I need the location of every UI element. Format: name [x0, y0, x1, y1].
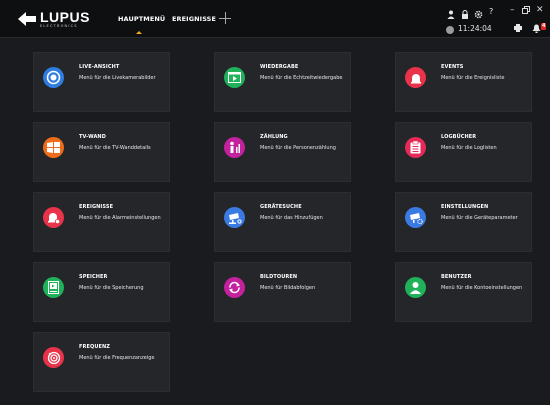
lock-icon[interactable]	[461, 10, 469, 19]
brand-name: LUPUS	[40, 9, 90, 25]
tile-title: TV-WAND	[79, 134, 106, 140]
tile-title: ZÄHLUNG	[260, 134, 288, 140]
tile-description: Menü für das Hinzufügen	[260, 215, 323, 221]
tile-logbooks[interactable]: LOGBÜCHER Menü für die Loglisten	[395, 122, 532, 182]
tile-title: LOGBÜCHER	[441, 134, 477, 140]
minimize-icon[interactable]: –	[510, 4, 515, 16]
active-tab-indicator	[136, 31, 142, 34]
frequency-icon	[43, 347, 64, 368]
tile-title: BILDTOUREN	[260, 274, 298, 280]
tile-description: Menü für Bildabfolgen	[260, 285, 316, 291]
tile-description: Menü für die Frequenzanzeige	[79, 355, 155, 361]
playback-icon	[224, 67, 245, 88]
user-icon-top[interactable]	[447, 10, 455, 19]
siren-icon	[405, 67, 426, 88]
tile-frequency[interactable]: FREQUENZ Menü für die Frequenzanzeige	[33, 332, 170, 392]
tile-description: Menü für die Ereignisliste	[441, 75, 505, 81]
camera-search-icon	[224, 207, 245, 228]
tile-description: Menü für die Livekamerabilder	[79, 75, 156, 81]
tile-title: EVENTS	[441, 64, 464, 70]
tile-title: GERÄTESUCHE	[260, 204, 302, 210]
lupus-logo: LUPUS ELECTRONICS	[18, 10, 90, 29]
live-view-icon	[43, 67, 64, 88]
help-icon[interactable]: ?	[489, 7, 493, 16]
tile-people-count[interactable]: ZÄHLUNG Menü für die Personenzählung	[214, 122, 351, 182]
camera-settings-icon	[405, 207, 426, 228]
tile-title: FREQUENZ	[79, 344, 111, 350]
tile-events[interactable]: EVENTS Menü für die Ereignisliste	[395, 52, 532, 112]
people-count-icon	[224, 137, 245, 158]
user-icon	[405, 277, 426, 298]
tile-users[interactable]: BENUTZER Menü für die Kontoeinstellungen	[395, 262, 532, 322]
close-icon[interactable]: ✕	[536, 4, 544, 16]
gear-icon[interactable]	[474, 10, 483, 19]
tile-description: Menü für die Echtzeitwiedergabe	[260, 75, 343, 81]
tile-description: Menü für die Alarmeinstellungen	[79, 215, 161, 221]
tile-title: EINSTELLUNGEN	[441, 204, 489, 210]
add-tab-icon[interactable]	[219, 12, 231, 24]
tile-settings[interactable]: EINSTELLUNGEN Menü für die Geräteparamet…	[395, 192, 532, 252]
alarm-count-badge: 4	[541, 23, 547, 30]
tile-description: Menü für die Geräteparameter	[441, 215, 518, 221]
maximize-icon[interactable]	[522, 4, 530, 18]
top-bar: LUPUS ELECTRONICS HAUPTMENÜ EREIGNISSE ?…	[0, 0, 550, 38]
tile-image-tours[interactable]: BILDTOUREN Menü für Bildabfolgen	[214, 262, 351, 322]
system-time: 11:24:04	[458, 24, 492, 33]
alarm-bell-icon[interactable]	[532, 24, 541, 33]
tile-description: Menü für die TV-Wanddetails	[79, 145, 151, 151]
tile-alarm-events[interactable]: EREIGNISSE Menü für die Alarmeinstellung…	[33, 192, 170, 252]
tile-title: WIEDERGABE	[260, 64, 299, 70]
tile-device-search[interactable]: GERÄTESUCHE Menü für das Hinzufügen	[214, 192, 351, 252]
tile-live-view[interactable]: LIVE-ANSICHT Menü für die Livekamerabild…	[33, 52, 170, 112]
clock-icon	[446, 26, 454, 34]
network-icon[interactable]	[514, 24, 522, 32]
tile-description: Menü für die Speicherung	[79, 285, 144, 291]
tile-playback[interactable]: WIEDERGABE Menü für die Echtzeitwiederga…	[214, 52, 351, 112]
tv-wall-icon	[43, 137, 64, 158]
logo-arrow-icon	[18, 12, 36, 27]
tile-description: Menü für die Kontoeinstellungen	[441, 285, 523, 291]
storage-icon	[43, 277, 64, 298]
brand-tagline: ELECTRONICS	[40, 24, 78, 28]
tile-storage[interactable]: SPEICHER Menü für die Speicherung	[33, 262, 170, 322]
clipboard-icon	[405, 137, 426, 158]
tile-title: SPEICHER	[79, 274, 108, 280]
tile-description: Menü für die Personenzählung	[260, 145, 336, 151]
alarm-settings-icon	[43, 207, 64, 228]
tile-title: EREIGNISSE	[79, 204, 114, 210]
tile-description: Menü für die Loglisten	[441, 145, 497, 151]
tile-title: LIVE-ANSICHT	[79, 64, 120, 70]
tile-tv-wall[interactable]: TV-WAND Menü für die TV-Wanddetails	[33, 122, 170, 182]
tab-events[interactable]: EREIGNISSE	[172, 0, 216, 38]
tile-title: BENUTZER	[441, 274, 472, 280]
tour-icon	[224, 277, 245, 298]
